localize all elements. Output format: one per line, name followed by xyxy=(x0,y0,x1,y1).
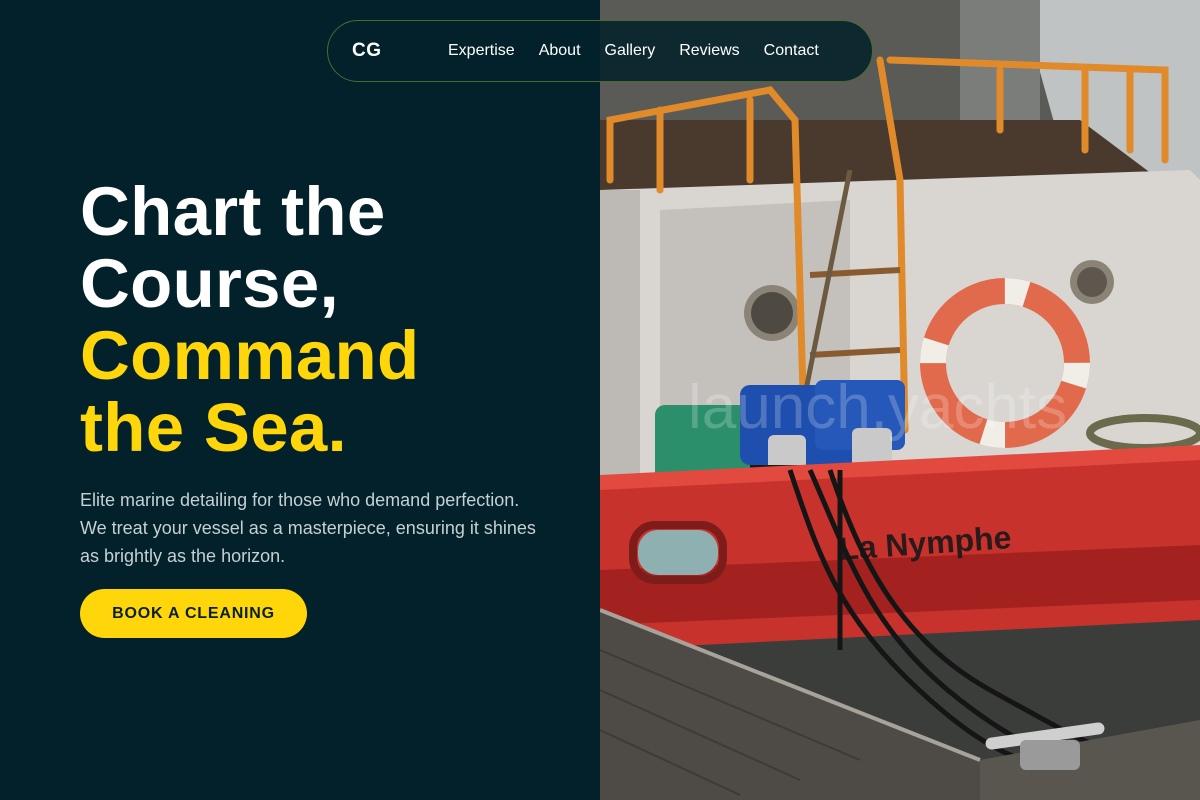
hero-panel: Chart the Course, Command the Sea. Elite… xyxy=(0,0,600,800)
nav-link-expertise[interactable]: Expertise xyxy=(448,42,515,60)
hero-title-line: Course, xyxy=(80,245,339,322)
nav-link-gallery[interactable]: Gallery xyxy=(605,42,656,60)
nav-link-contact[interactable]: Contact xyxy=(764,42,819,60)
nav-links: Expertise About Gallery Reviews Contact xyxy=(448,21,843,81)
nav-link-about[interactable]: About xyxy=(539,42,581,60)
nav-link-reviews[interactable]: Reviews xyxy=(679,42,739,60)
hero-description: Elite marine detailing for those who dem… xyxy=(80,490,536,566)
watermark: launch.yachts xyxy=(688,373,1068,442)
hero-title-line: Chart the xyxy=(80,173,386,250)
hero-image: La Nymphe launch.yachts xyxy=(600,0,1200,800)
hero-title-accent-line: Command xyxy=(80,317,420,394)
top-nav: CG Expertise About Gallery Reviews Conta… xyxy=(327,20,873,82)
hero-title: Chart the Course, Command the Sea. xyxy=(80,176,419,464)
book-cleaning-button[interactable]: BOOK A CLEANING xyxy=(80,589,307,638)
site-logo[interactable]: CG xyxy=(352,40,382,62)
hero-title-accent-line: the Sea. xyxy=(80,389,348,466)
